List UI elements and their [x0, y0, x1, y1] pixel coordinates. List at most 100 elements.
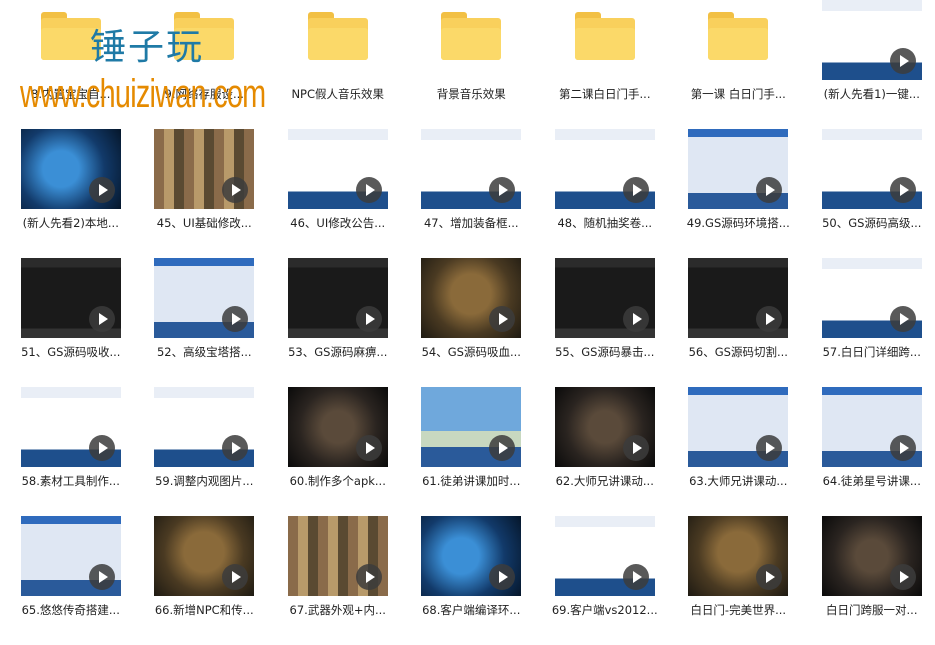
video-thumbnail	[421, 387, 522, 467]
video-item[interactable]: 50、GS源码高级...	[805, 129, 935, 258]
file-name-label: 49.GS源码环境搭...	[686, 216, 790, 230]
video-thumbnail	[554, 129, 655, 209]
file-name-label: 55、GS源码暴击...	[555, 345, 655, 359]
video-thumbnail	[821, 129, 922, 209]
folder-item[interactable]: 背景音乐效果	[405, 0, 539, 129]
folder-icon	[441, 12, 502, 60]
video-thumbnail	[821, 387, 922, 467]
video-item[interactable]: 66.新增NPC和传...	[138, 516, 272, 645]
video-item[interactable]: 69.客户端vs2012...	[538, 516, 672, 645]
play-icon	[222, 306, 249, 332]
file-name-label: 53、GS源码麻痹...	[288, 345, 388, 359]
video-thumbnail	[421, 129, 522, 209]
file-name-label: (新人先看2)本地...	[22, 216, 119, 230]
video-item[interactable]: 56、GS源码切割...	[672, 258, 806, 387]
video-item[interactable]: 67.武器外观+内...	[271, 516, 405, 645]
play-icon	[889, 564, 916, 590]
video-thumbnail	[688, 387, 789, 467]
video-item[interactable]: (新人先看1)一键...	[805, 0, 935, 129]
file-name-label: 57.白日门详细跨...	[822, 345, 921, 359]
video-item[interactable]: 46、UI修改公告...	[271, 129, 405, 258]
video-thumbnail	[554, 258, 655, 338]
video-thumbnail	[154, 258, 255, 338]
file-name-label: 54、GS源码吸血...	[421, 345, 521, 359]
file-name-label: 67.武器外观+内...	[289, 603, 386, 617]
play-icon	[222, 435, 249, 461]
video-item[interactable]: 54、GS源码吸血...	[405, 258, 539, 387]
file-name-label: 第二课白日门手...	[559, 87, 651, 101]
play-icon	[622, 564, 649, 590]
video-item[interactable]: 65.悠悠传奇搭建...	[4, 516, 138, 645]
folder-icon	[708, 12, 769, 60]
video-item[interactable]: 55、GS源码暴击...	[538, 258, 672, 387]
video-item[interactable]: 68.客户端编译环...	[405, 516, 539, 645]
play-icon	[355, 564, 382, 590]
file-name-label: 66.新增NPC和传...	[154, 603, 254, 617]
video-thumbnail	[287, 129, 388, 209]
play-icon	[889, 48, 916, 74]
video-item[interactable]: 63.大师兄讲课动...	[672, 387, 806, 516]
play-icon	[88, 306, 115, 332]
watermark-chinese: 锤子玩	[90, 27, 205, 68]
folder-item[interactable]: 第二课白日门手...	[538, 0, 672, 129]
video-item[interactable]: 58.素材工具制作...	[4, 387, 138, 516]
video-item[interactable]: 52、高级宝塔搭...	[138, 258, 272, 387]
file-name-label: 47、增加装备框...	[423, 216, 519, 230]
video-thumbnail	[154, 516, 255, 596]
folder-item[interactable]: NPC假人音乐效果	[271, 0, 405, 129]
video-item[interactable]: 白日门-完美世界...	[672, 516, 806, 645]
video-item[interactable]: 61.徒弟讲课加时...	[405, 387, 539, 516]
video-item[interactable]: (新人先看2)本地...	[4, 129, 138, 258]
watermark-url: www.chuiziwan.com	[20, 72, 266, 116]
video-item[interactable]: 48、随机抽奖卷...	[538, 129, 672, 258]
file-name-label: 61.徒弟讲课加时...	[422, 474, 521, 488]
video-item[interactable]: 59.调整内观图片...	[138, 387, 272, 516]
video-thumbnail	[821, 258, 922, 338]
file-name-label: 69.客户端vs2012...	[551, 603, 658, 617]
file-name-label: 48、随机抽奖卷...	[557, 216, 653, 230]
file-name-label: 64.徒弟星号讲课...	[822, 474, 921, 488]
play-icon	[756, 435, 783, 461]
video-thumbnail	[688, 258, 789, 338]
video-item[interactable]: 64.徒弟星号讲课...	[805, 387, 935, 516]
video-item[interactable]: 51、GS源码吸收...	[4, 258, 138, 387]
file-name-label: 62.大师兄讲课动...	[555, 474, 654, 488]
folder-icon	[307, 12, 368, 60]
video-item[interactable]: 49.GS源码环境搭...	[672, 129, 806, 258]
video-item[interactable]: 47、增加装备框...	[405, 129, 539, 258]
video-item[interactable]: 53、GS源码麻痹...	[271, 258, 405, 387]
play-icon	[889, 435, 916, 461]
file-name-label: 45、UI基础修改...	[156, 216, 252, 230]
video-item[interactable]: 45、UI基础修改...	[138, 129, 272, 258]
file-name-label: 59.调整内观图片...	[155, 474, 254, 488]
file-name-label: 63.大师兄讲课动...	[689, 474, 788, 488]
play-icon	[222, 564, 249, 590]
file-name-label: 52、高级宝塔搭...	[156, 345, 252, 359]
play-icon	[622, 306, 649, 332]
file-name-label: 56、GS源码切割...	[688, 345, 788, 359]
play-icon	[622, 435, 649, 461]
play-icon	[756, 177, 783, 203]
video-item[interactable]: 62.大师兄讲课动...	[538, 387, 672, 516]
play-icon	[355, 306, 382, 332]
video-thumbnail	[554, 387, 655, 467]
file-name-label: 白日门跨服一对...	[826, 603, 918, 617]
file-name-label: NPC假人音乐效果	[291, 87, 385, 101]
video-item[interactable]: 57.白日门详细跨...	[805, 258, 935, 387]
file-name-label: 50、GS源码高级...	[822, 216, 922, 230]
play-icon	[489, 306, 516, 332]
play-icon	[889, 177, 916, 203]
video-thumbnail	[287, 387, 388, 467]
video-thumbnail	[688, 129, 789, 209]
video-thumbnail	[421, 516, 522, 596]
video-thumbnail	[20, 129, 121, 209]
folder-icon	[574, 12, 635, 60]
file-name-label: (新人先看1)一键...	[823, 87, 920, 101]
video-item[interactable]: 白日门跨服一对...	[805, 516, 935, 645]
folder-item[interactable]: 第一课 白日门手...	[672, 0, 806, 129]
file-name-label: 68.客户端编译环...	[422, 603, 521, 617]
play-icon	[756, 306, 783, 332]
video-item[interactable]: 60.制作多个apk...	[271, 387, 405, 516]
video-thumbnail	[821, 0, 922, 80]
play-icon	[355, 435, 382, 461]
